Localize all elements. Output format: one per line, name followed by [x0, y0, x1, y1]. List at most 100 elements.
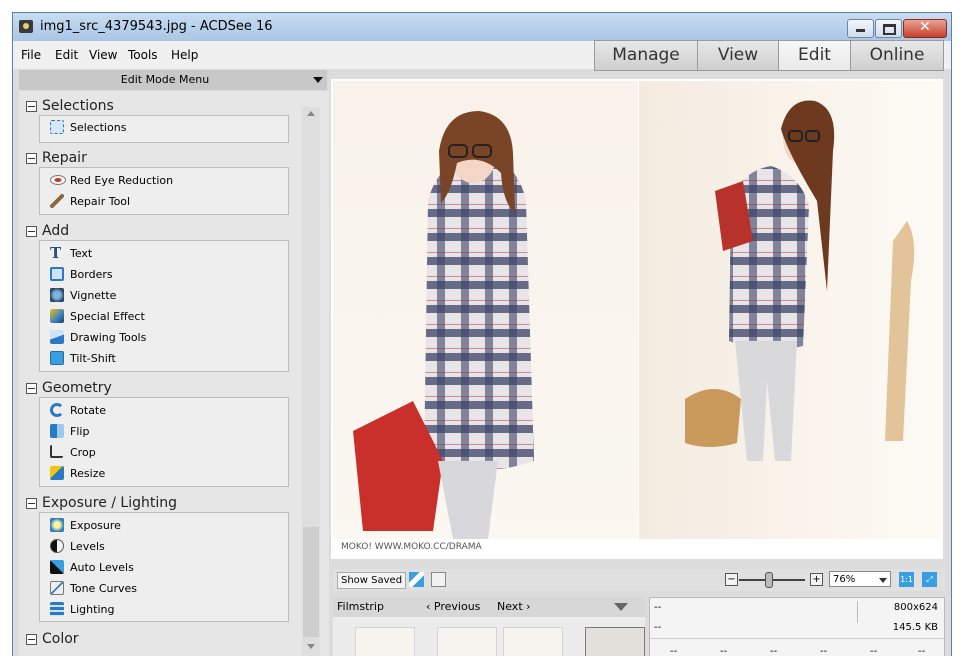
group-add-header[interactable]: Add: [26, 223, 69, 239]
group-selections-header[interactable]: Selections: [26, 98, 114, 114]
filmstrip-toggle-icon[interactable]: [614, 603, 628, 611]
collapse-icon[interactable]: [26, 634, 37, 645]
thumbnail-2[interactable]: [437, 627, 497, 656]
tool-selections[interactable]: Selections: [46, 119, 282, 137]
menu-tools[interactable]: Tools: [128, 48, 158, 62]
tool-rotate[interactable]: Rotate: [46, 402, 282, 420]
edit-mode-menu-title: Edit Mode Menu: [120, 73, 210, 86]
tool-text[interactable]: T Text: [46, 245, 282, 263]
text-icon: T: [50, 244, 62, 262]
show-saved-button[interactable]: Show Saved: [337, 572, 407, 589]
collapse-icon[interactable]: [26, 101, 37, 112]
info-divider: [857, 601, 858, 623]
rotate-icon: [50, 403, 64, 417]
minimize-button[interactable]: [847, 19, 874, 38]
tool-crop[interactable]: Crop: [46, 444, 282, 462]
group-geometry-header[interactable]: Geometry: [26, 380, 112, 396]
group-add: T Text Borders Vignette Special Effect D…: [39, 240, 289, 372]
tool-flip[interactable]: Flip: [46, 423, 282, 441]
viewer-toolbar: Show Saved − + 76% 1:1 ⤢: [333, 569, 945, 591]
actual-size-button[interactable]: 1:1: [899, 572, 914, 587]
filmstrip: [333, 617, 645, 656]
close-icon: ✕: [919, 19, 931, 35]
exposure-icon: [50, 518, 64, 532]
tool-levels[interactable]: Levels: [46, 538, 282, 556]
flip-icon: [50, 424, 64, 438]
info-divider-horizontal: [650, 638, 944, 639]
tool-repair-tool[interactable]: Repair Tool: [46, 193, 282, 211]
maximize-button[interactable]: [875, 19, 902, 38]
tilt-shift-icon: [50, 351, 64, 365]
selection-icon: [50, 120, 64, 134]
image-caption: MOKO! WWW.MOKO.CC/DRAMA: [341, 542, 482, 552]
drawing-tools-icon: [50, 330, 64, 344]
edit-mode-menu-header[interactable]: Edit Mode Menu: [19, 70, 327, 90]
thumbnail-4-selected[interactable]: [585, 627, 645, 656]
group-geometry: Rotate Flip Crop Resize: [39, 397, 289, 487]
edit-mode-panel: Selections Selections Repair Red Eye Red…: [19, 91, 329, 656]
collapse-icon[interactable]: [26, 153, 37, 164]
zoom-select[interactable]: 76%: [829, 571, 891, 587]
vignette-icon: [50, 288, 64, 302]
tool-red-eye-reduction[interactable]: Red Eye Reduction: [46, 172, 282, 190]
menu-file[interactable]: File: [21, 48, 41, 62]
image-dimensions: 800x624: [893, 602, 938, 613]
group-repair-header[interactable]: Repair: [26, 150, 87, 166]
tool-lighting[interactable]: Lighting: [46, 601, 282, 619]
tool-tilt-shift[interactable]: Tilt-Shift: [46, 350, 282, 368]
title-bar[interactable]: img1_src_4379543.jpg - ACDSee 16 ✕: [13, 13, 951, 41]
thumbnail-1[interactable]: [355, 627, 415, 656]
group-exposure-lighting: Exposure Levels Auto Levels Tone Curves …: [39, 512, 289, 622]
next-button[interactable]: Next ›: [497, 600, 531, 613]
photo-image: [333, 81, 941, 539]
tool-special-effect[interactable]: Special Effect: [46, 308, 282, 326]
zoom-out-button[interactable]: −: [725, 573, 738, 586]
tool-tone-curves[interactable]: Tone Curves: [46, 580, 282, 598]
dropdown-arrow-icon: [879, 578, 887, 583]
fit-to-window-button[interactable]: ⤢: [922, 572, 937, 587]
filmstrip-bar: Filmstrip ‹ Previous Next ›: [333, 597, 645, 617]
info-left-top: --: [654, 602, 662, 613]
tab-online[interactable]: Online: [850, 40, 944, 71]
tab-view[interactable]: View: [697, 40, 779, 71]
special-effect-icon: [50, 309, 64, 323]
tool-exposure[interactable]: Exposure: [46, 517, 282, 535]
scroll-down-icon[interactable]: [307, 644, 315, 649]
tone-curves-icon: [50, 581, 64, 595]
tool-resize[interactable]: Resize: [46, 465, 282, 483]
zoom-slider-handle[interactable]: [765, 572, 773, 588]
file-size: 145.5 KB: [892, 622, 938, 633]
previous-button[interactable]: ‹ Previous: [426, 600, 480, 613]
close-button[interactable]: ✕: [903, 19, 947, 38]
tab-manage[interactable]: Manage: [594, 40, 698, 71]
group-color-header[interactable]: Color: [26, 631, 79, 647]
collapse-icon[interactable]: [26, 383, 37, 394]
group-exposure-header[interactable]: Exposure / Lighting: [26, 495, 177, 511]
window-title: img1_src_4379543.jpg - ACDSee 16: [40, 19, 273, 34]
edit-panel-scrollbar[interactable]: [302, 107, 320, 656]
scroll-up-icon[interactable]: [307, 111, 315, 116]
scrollbar-thumb[interactable]: [303, 527, 319, 637]
tab-edit[interactable]: Edit: [778, 40, 851, 71]
maximize-icon: [883, 24, 896, 35]
tool-auto-levels[interactable]: Auto Levels: [46, 559, 282, 577]
app-window: img1_src_4379543.jpg - ACDSee 16 ✕ File …: [12, 12, 952, 656]
info-left-bottom: --: [654, 622, 662, 633]
lighting-icon: [50, 602, 64, 616]
collapse-icon[interactable]: [26, 226, 37, 237]
tool-borders[interactable]: Borders: [46, 266, 282, 284]
menu-help[interactable]: Help: [171, 48, 198, 62]
zoom-in-button[interactable]: +: [810, 573, 823, 586]
menu-edit[interactable]: Edit: [55, 48, 78, 62]
thumbnail-3[interactable]: [503, 627, 563, 656]
menu-view[interactable]: View: [89, 48, 117, 62]
compare-icon[interactable]: [431, 572, 446, 587]
tool-vignette[interactable]: Vignette: [46, 287, 282, 305]
auto-levels-icon: [50, 560, 64, 574]
dropdown-arrow-icon[interactable]: [313, 77, 323, 83]
tool-drawing-tools[interactable]: Drawing Tools: [46, 329, 282, 347]
borders-icon: [50, 267, 64, 281]
collapse-icon[interactable]: [26, 498, 37, 509]
fit-image-icon[interactable]: [409, 572, 424, 587]
image-viewer[interactable]: MOKO! WWW.MOKO.CC/DRAMA: [331, 79, 943, 559]
